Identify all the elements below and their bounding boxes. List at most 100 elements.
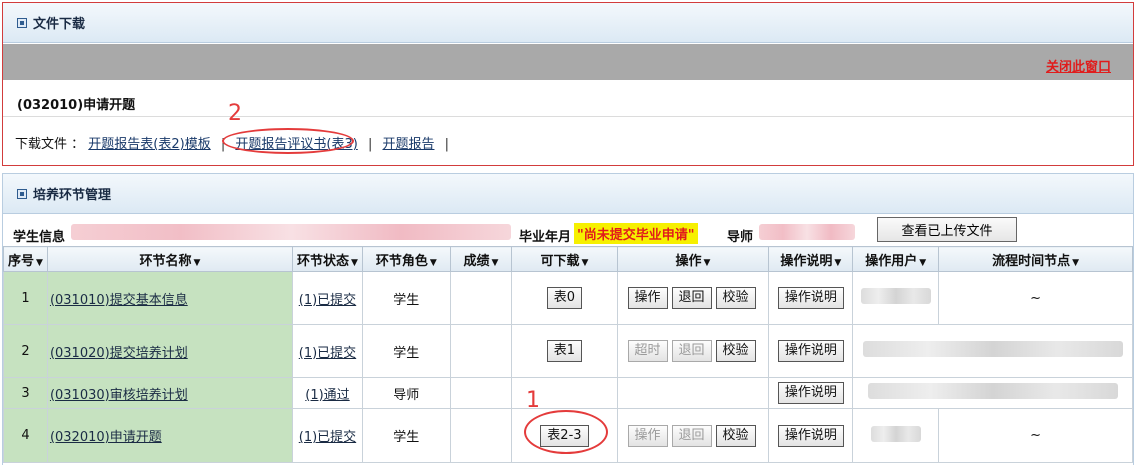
row-ops-cell: 超时 退回 校验: [616, 324, 770, 378]
download-form-button[interactable]: 表1: [546, 340, 583, 362]
download-files-row: 下载文件 ： 开题报告表(表2)模板 | 开题报告评议书(表3) | 开题报告 …: [3, 117, 1133, 152]
col-header-help[interactable]: 操作说明 ▼: [768, 246, 854, 272]
redacted-user: [867, 383, 1118, 399]
verify-button[interactable]: 校验: [715, 287, 756, 309]
row-score: [449, 271, 513, 325]
timeout-button[interactable]: 超时: [627, 340, 668, 362]
step-link[interactable]: (032010)申请开题: [50, 430, 162, 445]
table-row: 1 (031010)提交基本信息 (1)已提交 学生 表0 操作 退回 校验 操…: [3, 271, 1133, 325]
help-button[interactable]: 操作说明: [777, 287, 844, 309]
return-button[interactable]: 退回: [671, 287, 712, 309]
row-timeline: ~: [938, 271, 1133, 325]
col-header-actions[interactable]: 操作 ▼: [616, 246, 770, 272]
row-user-cell: [852, 377, 1133, 409]
close-window-link[interactable]: 关闭此窗口: [1046, 56, 1111, 75]
panel-collapse-icon[interactable]: [17, 17, 27, 28]
redacted-user: [870, 425, 921, 442]
row-role: 学生: [361, 408, 451, 463]
row-ops-cell: 操作 退回 校验: [616, 408, 770, 463]
status-link[interactable]: (1)已提交: [299, 293, 356, 308]
step-link[interactable]: (031010)提交基本信息: [50, 293, 188, 308]
redacted-user: [860, 288, 931, 304]
status-link[interactable]: (1)通过: [305, 388, 349, 403]
col-header-timeline[interactable]: 流程时间节点 ▼: [938, 246, 1133, 272]
download-form-button[interactable]: 表0: [546, 287, 583, 309]
row-score: [449, 377, 513, 409]
download-files-label: 下载文件 ：: [15, 137, 85, 152]
annotation-circle-2: [222, 128, 354, 154]
redacted-advisor: [759, 224, 855, 240]
file-link-template[interactable]: 开题报告表(表2)模板: [88, 137, 210, 152]
step-link[interactable]: (031020)提交培养计划: [50, 346, 188, 361]
col-header-no[interactable]: 序号 ▼: [3, 246, 48, 272]
table-row: 2 (031020)提交培养计划 (1)已提交 学生 表1 超时 退回 校验 操…: [3, 324, 1133, 378]
col-header-role[interactable]: 环节角色 ▼: [361, 246, 451, 272]
row-no: 4: [3, 408, 48, 463]
operate-button[interactable]: 操作: [627, 424, 668, 447]
row-user-cell: [852, 271, 940, 325]
download-panel-title: 文件下载: [33, 17, 86, 32]
col-header-download[interactable]: 可下载 ▼: [511, 246, 618, 272]
row-role: 学生: [361, 324, 451, 378]
file-link-report[interactable]: 开题报告: [382, 137, 434, 152]
return-button[interactable]: 退回: [671, 424, 712, 447]
row-score: [449, 324, 513, 378]
graduation-label: 毕业年月: [519, 230, 572, 245]
annotation-number-2: 2: [228, 101, 242, 126]
download-panel-header: 文件下载: [3, 3, 1133, 43]
row-no: 1: [3, 271, 48, 325]
row-role: 学生: [361, 271, 451, 325]
row-ops-cell: [616, 377, 770, 409]
help-button[interactable]: 操作说明: [777, 382, 844, 404]
training-panel-header: 培养环节管理: [3, 174, 1133, 214]
redacted-student-info: [71, 224, 511, 240]
row-score: [449, 408, 513, 463]
panel-collapse-icon[interactable]: [17, 188, 27, 199]
row-download-cell: 表1: [511, 324, 618, 378]
row-status-cell: (1)通过: [291, 377, 363, 409]
row-ops-cell: 操作 退回 校验: [616, 271, 770, 325]
download-section-title: (032010)申请开题: [3, 80, 1133, 117]
table-row: 3 (031030)审核培养计划 (1)通过 导师 操作说明: [3, 377, 1133, 409]
view-uploaded-files-button[interactable]: 查看已上传文件: [877, 217, 1017, 242]
row-user-cell: [852, 408, 940, 463]
status-link[interactable]: (1)已提交: [299, 346, 356, 361]
redacted-user: [862, 341, 1123, 357]
row-timeline: ~: [938, 408, 1133, 463]
training-panel-title: 培养环节管理: [33, 188, 112, 203]
student-info-label: 学生信息: [13, 230, 66, 245]
row-no: 2: [3, 324, 48, 378]
row-role: 导师: [361, 377, 451, 409]
help-button[interactable]: 操作说明: [777, 340, 844, 362]
col-header-score[interactable]: 成绩 ▼: [449, 246, 513, 272]
row-help-cell: 操作说明: [768, 408, 854, 463]
toolbar-bar: 关闭此窗口: [3, 44, 1133, 80]
col-header-user[interactable]: 操作用户 ▼: [852, 246, 940, 272]
student-info-row: 学生信息 毕业年月 "尚未提交毕业申请" 导师 查看已上传文件: [3, 216, 1135, 246]
row-name-cell: (031030)审核培养计划: [46, 377, 293, 409]
row-help-cell: 操作说明: [768, 271, 854, 325]
separator: |: [367, 137, 373, 152]
download-panel: 文件下载 关闭此窗口 (032010)申请开题 下载文件 ： 开题报告表(表2)…: [2, 2, 1134, 166]
operate-button[interactable]: 操作: [627, 287, 668, 309]
row-status-cell: (1)已提交: [291, 408, 363, 463]
row-help-cell: 操作说明: [768, 324, 854, 378]
row-user-cell: [852, 324, 1133, 378]
col-header-name[interactable]: 环节名称 ▼: [46, 246, 293, 272]
graduation-value: "尚未提交毕业申请": [574, 223, 698, 244]
status-link[interactable]: (1)已提交: [299, 430, 356, 445]
annotation-circle-1: [524, 410, 608, 454]
help-button[interactable]: 操作说明: [777, 424, 844, 447]
annotation-number-1: 1: [526, 388, 540, 413]
return-button[interactable]: 退回: [671, 340, 712, 362]
row-name-cell: (031020)提交培养计划: [46, 324, 293, 378]
row-status-cell: (1)已提交: [291, 324, 363, 378]
col-header-status[interactable]: 环节状态 ▼: [291, 246, 363, 272]
verify-button[interactable]: 校验: [715, 424, 756, 447]
separator: |: [444, 137, 450, 152]
advisor-label: 导师: [727, 230, 754, 245]
row-help-cell: 操作说明: [768, 377, 854, 409]
row-no: 3: [3, 377, 48, 409]
verify-button[interactable]: 校验: [715, 340, 756, 362]
step-link[interactable]: (031030)审核培养计划: [50, 388, 188, 403]
